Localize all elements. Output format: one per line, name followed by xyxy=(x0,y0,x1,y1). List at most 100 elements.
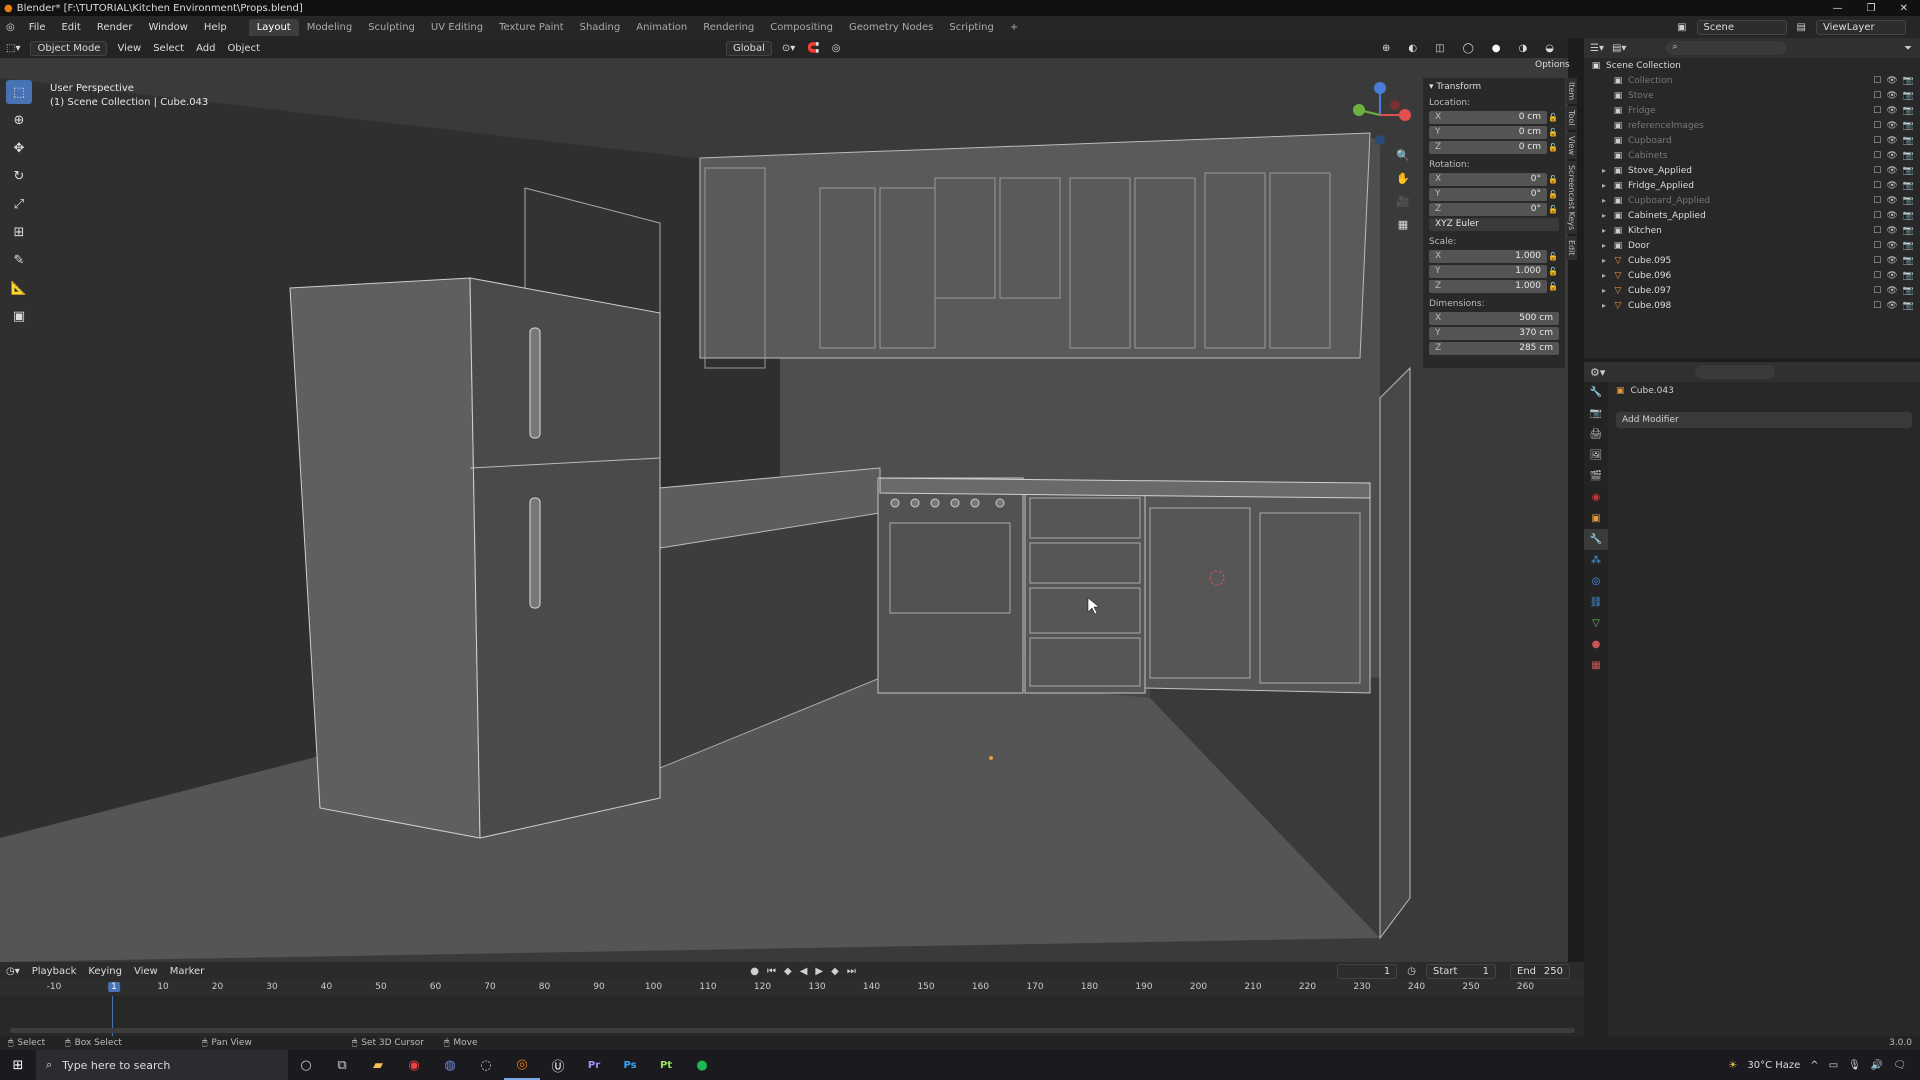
camera-view-icon[interactable]: 🎥 xyxy=(1393,191,1413,211)
render-camera-icon[interactable]: 📷 xyxy=(1903,226,1914,236)
exclude-checkbox[interactable]: ☐ xyxy=(1873,196,1881,206)
tab-tool[interactable]: Tool xyxy=(1566,106,1577,130)
lock-icon[interactable]: 🔓 xyxy=(1547,190,1559,199)
timeline-scrollbar[interactable] xyxy=(10,1028,1575,1033)
view-layer-selector[interactable]: ViewLayer xyxy=(1816,19,1906,35)
render-camera-icon[interactable]: 📷 xyxy=(1903,136,1914,146)
tab-edit[interactable]: Edit xyxy=(1566,236,1577,260)
exclude-checkbox[interactable]: ☐ xyxy=(1873,106,1881,116)
mic-icon[interactable]: 🎙 xyxy=(1848,1060,1861,1071)
outliner-item[interactable]: ▸ ▣ Stove_Applied ☐ 👁 📷 xyxy=(1584,163,1920,178)
exclude-checkbox[interactable]: ☐ xyxy=(1873,256,1881,266)
lock-icon[interactable]: 🔓 xyxy=(1547,252,1559,261)
tab-shading[interactable]: Shading xyxy=(572,19,629,36)
constraints-tab-icon[interactable]: ⛓ xyxy=(1584,592,1608,613)
visibility-eye-icon[interactable]: 👁 xyxy=(1886,181,1897,191)
modifier-tab-icon[interactable]: 🔧 xyxy=(1584,529,1608,550)
render-camera-icon[interactable]: 📷 xyxy=(1903,211,1914,221)
shading-wireframe-icon[interactable]: ◯ xyxy=(1457,41,1480,56)
cursor-icon[interactable]: ⊕ xyxy=(6,108,32,132)
premiere-icon[interactable]: Pr xyxy=(576,1050,612,1080)
menu-file[interactable]: File xyxy=(21,22,54,33)
navigation-gizmo[interactable] xyxy=(1345,80,1415,150)
render-camera-icon[interactable]: 📷 xyxy=(1903,91,1914,101)
exclude-checkbox[interactable]: ☐ xyxy=(1873,151,1881,161)
tab-modeling[interactable]: Modeling xyxy=(299,19,361,36)
lock-icon[interactable]: 🔓 xyxy=(1547,128,1559,137)
visibility-eye-icon[interactable]: 👁 xyxy=(1886,301,1897,311)
exclude-checkbox[interactable]: ☐ xyxy=(1873,271,1881,281)
transform-orientation[interactable]: Global xyxy=(726,40,772,56)
outliner-item[interactable]: ▸ ▽ Cube.098 ☐ 👁 📷 xyxy=(1584,298,1920,313)
tab-animation[interactable]: Animation xyxy=(628,19,695,36)
tab-item[interactable]: Item xyxy=(1566,78,1577,105)
exclude-checkbox[interactable]: ☐ xyxy=(1873,166,1881,176)
render-camera-icon[interactable]: 📷 xyxy=(1903,166,1914,176)
exclude-checkbox[interactable]: ☐ xyxy=(1873,91,1881,101)
weather-text[interactable]: 30°C Haze xyxy=(1747,1060,1800,1071)
play-icon[interactable]: ▶ xyxy=(815,966,823,977)
playback-menu[interactable]: Playback xyxy=(26,964,83,979)
dimensions-x-field[interactable]: X 500 cm xyxy=(1429,311,1559,325)
scene-selector[interactable]: Scene xyxy=(1696,19,1787,35)
dimensions-z-field[interactable]: Z 285 cm xyxy=(1429,341,1559,355)
options-dropdown[interactable]: Options xyxy=(1535,60,1570,70)
annotate-icon[interactable]: ✎ xyxy=(6,248,32,272)
lock-icon[interactable]: 🔓 xyxy=(1547,205,1559,214)
ortho-toggle-icon[interactable]: ▦ xyxy=(1393,214,1413,234)
windows-start-icon[interactable]: ⊞ xyxy=(0,1050,36,1080)
network-icon[interactable]: ▭ xyxy=(1829,1060,1838,1071)
visibility-eye-icon[interactable]: 👁 xyxy=(1886,166,1897,176)
timeline-editor-icon[interactable]: ◷▾ xyxy=(0,964,26,979)
lock-icon[interactable]: 🔓 xyxy=(1547,175,1559,184)
rotation-y-field[interactable]: Y 0° xyxy=(1429,187,1547,201)
exclude-checkbox[interactable]: ☐ xyxy=(1873,76,1881,86)
chrome-icon[interactable]: ◉ xyxy=(396,1050,432,1080)
scene-collection-row[interactable]: ▣ Scene Collection xyxy=(1584,58,1920,73)
next-keyframe-icon[interactable]: ◆ xyxy=(831,966,839,977)
render-camera-icon[interactable]: 📷 xyxy=(1903,241,1914,251)
maximize-button[interactable]: ❐ xyxy=(1867,3,1876,14)
outliner-item[interactable]: ▸ ▽ Cube.095 ☐ 👁 📷 xyxy=(1584,253,1920,268)
expand-arrow-icon[interactable]: ▸ xyxy=(1602,286,1612,295)
measure-icon[interactable]: 📐 xyxy=(6,276,32,300)
visibility-eye-icon[interactable]: 👁 xyxy=(1886,226,1897,236)
timeline-view-menu[interactable]: View xyxy=(128,964,164,979)
outliner-item[interactable]: ▣ Fridge ☐ 👁 📷 xyxy=(1584,103,1920,118)
end-frame-field[interactable]: End 250 xyxy=(1510,963,1570,979)
visibility-eye-icon[interactable]: 👁 xyxy=(1886,286,1897,296)
physics-tab-icon[interactable]: ◎ xyxy=(1584,571,1608,592)
menu-window[interactable]: Window xyxy=(140,22,195,33)
scale-icon[interactable]: ⤢ xyxy=(6,192,32,216)
visibility-eye-icon[interactable]: 👁 xyxy=(1886,196,1897,206)
play-reverse-icon[interactable]: ◀ xyxy=(800,966,808,977)
texture-tab-icon[interactable]: ▦ xyxy=(1584,655,1608,676)
zoom-icon[interactable]: 🔍 xyxy=(1393,145,1413,165)
render-camera-icon[interactable]: 📷 xyxy=(1903,271,1914,281)
file-explorer-icon[interactable]: ▰ xyxy=(360,1050,396,1080)
expand-arrow-icon[interactable]: ▸ xyxy=(1602,211,1612,220)
lock-icon[interactable]: 🔓 xyxy=(1547,267,1559,276)
blender-taskbar-icon[interactable]: ◎ xyxy=(504,1050,540,1080)
scale-y-field[interactable]: Y 1.000 xyxy=(1429,264,1547,278)
properties-search-input[interactable] xyxy=(1695,365,1776,379)
material-tab-icon[interactable]: ● xyxy=(1584,634,1608,655)
shading-rendered-icon[interactable]: ◒ xyxy=(1539,41,1560,56)
location-z-field[interactable]: Z0 cm xyxy=(1429,140,1547,154)
visibility-eye-icon[interactable]: 👁 xyxy=(1886,151,1897,161)
substance-painter-icon[interactable]: Pt xyxy=(648,1050,684,1080)
3d-viewport[interactable] xyxy=(0,38,1568,962)
render-camera-icon[interactable]: 📷 xyxy=(1903,286,1914,296)
lock-icon[interactable]: 🔓 xyxy=(1547,282,1559,291)
exclude-checkbox[interactable]: ☐ xyxy=(1873,211,1881,221)
prev-keyframe-icon[interactable]: ◆ xyxy=(784,966,792,977)
outliner-item[interactable]: ▣ Cabinets ☐ 👁 📷 xyxy=(1584,148,1920,163)
dimensions-y-field[interactable]: Y 370 cm xyxy=(1429,326,1559,340)
exclude-checkbox[interactable]: ☐ xyxy=(1873,136,1881,146)
lock-icon[interactable]: 🔓 xyxy=(1547,143,1559,152)
unreal-icon[interactable]: Ⓤ xyxy=(540,1050,576,1080)
tab-scripting[interactable]: Scripting xyxy=(941,19,1001,36)
render-camera-icon[interactable]: 📷 xyxy=(1903,301,1914,311)
output-tab-icon[interactable]: 🖨 xyxy=(1584,424,1608,445)
rotation-z-field[interactable]: Z 0° xyxy=(1429,202,1547,216)
